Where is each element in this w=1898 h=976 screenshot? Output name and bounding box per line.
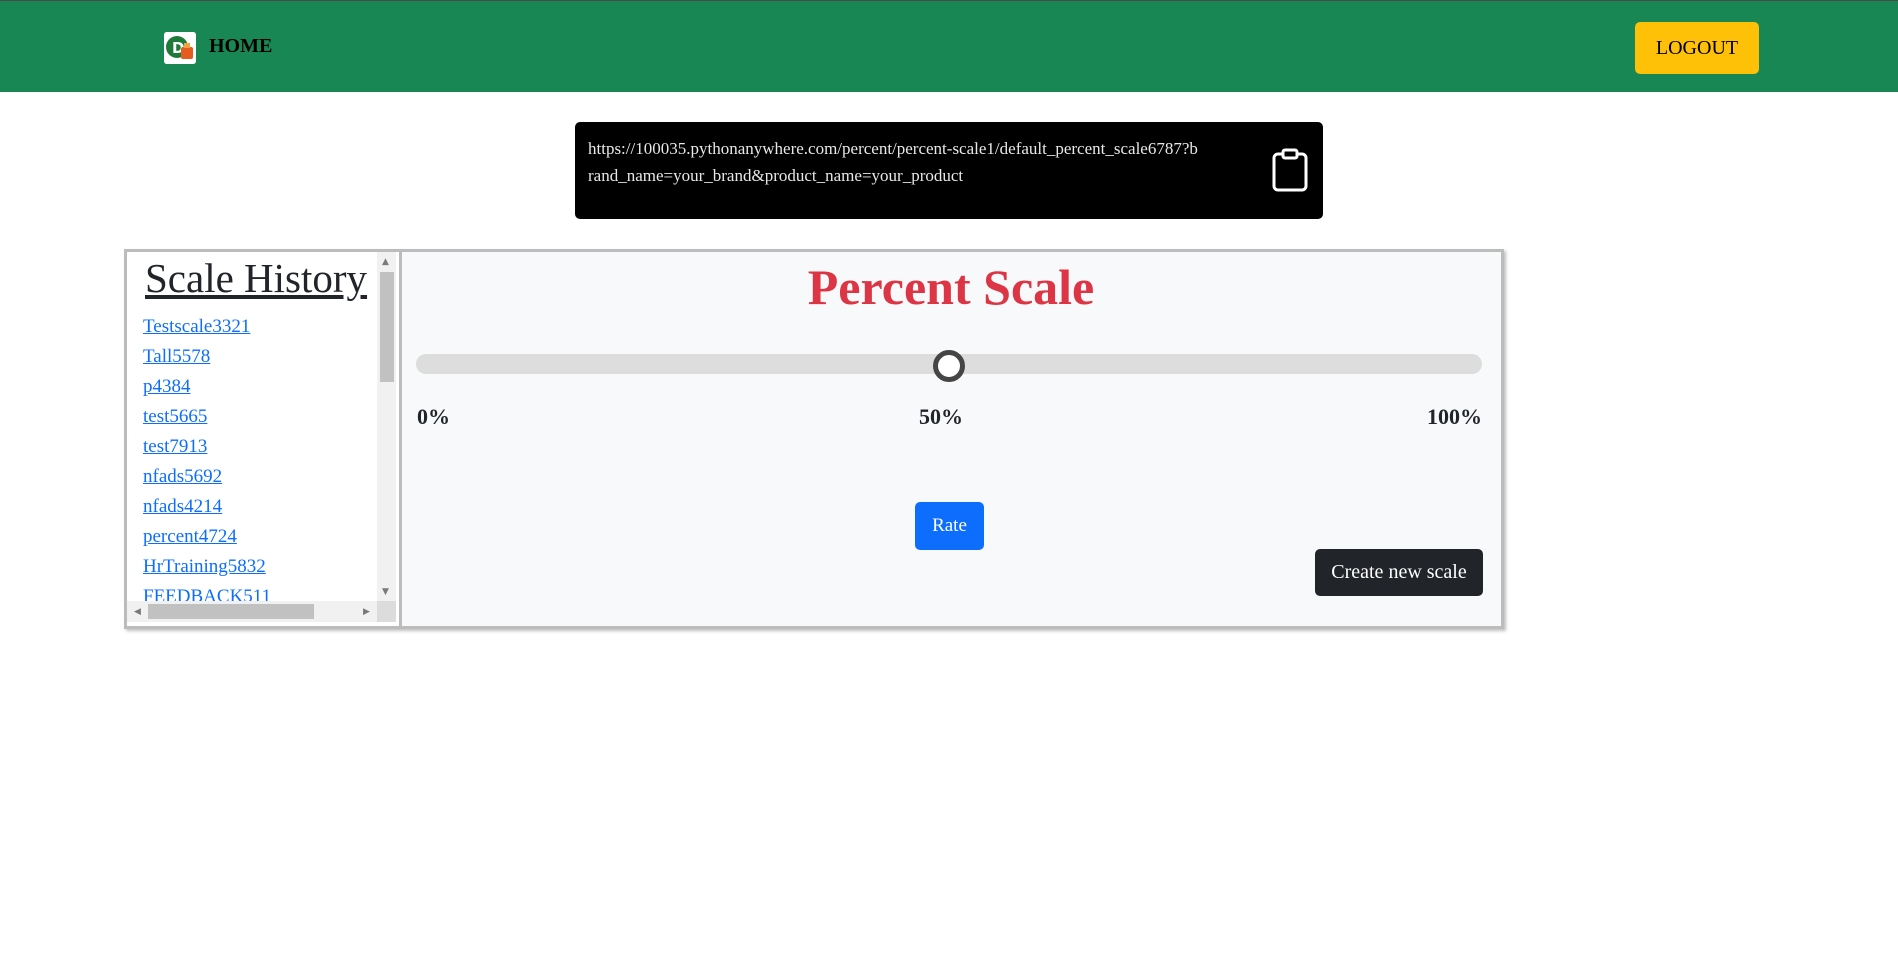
- list-item: Testscale3321: [143, 312, 271, 342]
- scale-history-sidebar[interactable]: Scale History Testscale3321 Tall5578 p43…: [127, 252, 402, 626]
- scroll-down-arrow-icon[interactable]: ▼: [382, 587, 389, 597]
- scale-history-list: Testscale3321 Tall5578 p4384 test5665 te…: [143, 312, 271, 612]
- list-item: HrTraining5832: [143, 552, 271, 582]
- list-item: test7913: [143, 432, 271, 462]
- list-item: p4384: [143, 372, 271, 402]
- share-url-box: https://100035.pythonanywhere.com/percen…: [575, 122, 1323, 219]
- scroll-up-arrow-icon[interactable]: ▲: [382, 257, 389, 267]
- tick-label-min: 0%: [417, 404, 450, 429]
- history-link[interactable]: nfads4214: [143, 496, 222, 517]
- history-link[interactable]: p4384: [143, 376, 191, 397]
- brand-logo-icon[interactable]: D: [164, 32, 196, 64]
- history-link[interactable]: nfads5692: [143, 466, 222, 487]
- tick-label-max: 100%: [1427, 404, 1482, 429]
- list-item: Tall5578: [143, 342, 271, 372]
- list-item: nfads5692: [143, 462, 271, 492]
- create-new-scale-button[interactable]: Create new scale: [1315, 549, 1483, 596]
- clipboard-icon[interactable]: [1270, 148, 1310, 192]
- horizontal-scroll-thumb[interactable]: [148, 604, 314, 619]
- history-link[interactable]: percent4724: [143, 526, 237, 547]
- share-url-text: https://100035.pythonanywhere.com/percen…: [588, 139, 1198, 185]
- scale-history-title: Scale History: [145, 255, 368, 301]
- history-link[interactable]: test7913: [143, 436, 207, 457]
- history-link[interactable]: HrTraining5832: [143, 556, 266, 577]
- vertical-scroll-thumb[interactable]: [380, 272, 394, 382]
- history-link[interactable]: Tall5578: [143, 346, 210, 367]
- tick-label-mid: 50%: [919, 404, 963, 429]
- scroll-right-arrow-icon[interactable]: ▶: [363, 607, 370, 617]
- vertical-scrollbar[interactable]: ▲ ▼: [377, 252, 396, 601]
- scrollbar-corner: [377, 601, 396, 622]
- rate-button[interactable]: Rate: [915, 502, 984, 550]
- list-item: nfads4214: [143, 492, 271, 522]
- list-item: test5665: [143, 402, 271, 432]
- list-item: percent4724: [143, 522, 271, 552]
- scale-title: Percent Scale: [807, 259, 1095, 315]
- top-navbar: D HOME LOGOUT: [0, 0, 1898, 92]
- logout-button[interactable]: LOGOUT: [1635, 22, 1759, 74]
- history-link[interactable]: Testscale3321: [143, 316, 250, 337]
- horizontal-scrollbar[interactable]: ◀ ▶: [127, 601, 377, 622]
- home-link[interactable]: HOME: [209, 35, 272, 58]
- history-link[interactable]: test5665: [143, 406, 207, 427]
- scroll-left-arrow-icon[interactable]: ◀: [134, 607, 141, 617]
- scale-panel: Scale History Testscale3321 Tall5578 p43…: [124, 249, 1504, 629]
- percent-slider-thumb[interactable]: [933, 350, 965, 382]
